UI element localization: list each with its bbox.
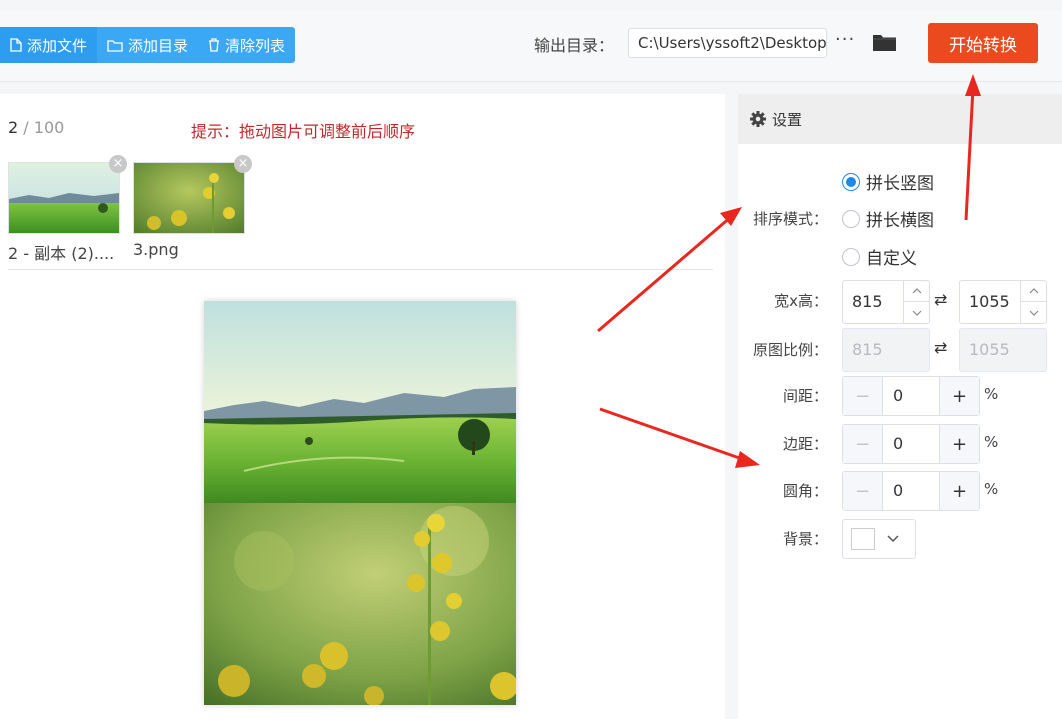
swap-icon[interactable]: ⇄ xyxy=(934,290,947,309)
more-options-button[interactable]: ··· xyxy=(835,29,855,50)
radius-value[interactable]: 0 xyxy=(883,472,939,510)
drag-hint: 提示：拖动图片可调整前后顺序 xyxy=(191,122,416,141)
original-height-value: 1055 xyxy=(969,340,1010,359)
thumbnail-flowers[interactable]: × xyxy=(133,155,252,234)
margin-label: 边距： xyxy=(782,435,828,453)
image-list-panel: 2 / 100 提示：拖动图片可调整前后顺序 × 2 - 副本 (2).... xyxy=(0,94,725,719)
radio-horizontal[interactable]: 拼长横图 xyxy=(842,206,934,231)
original-ratio-label: 原图比例： xyxy=(752,341,828,359)
sort-mode-label: 排序模式： xyxy=(752,210,828,228)
background-color-picker[interactable] xyxy=(842,519,916,559)
original-width-field: 815 xyxy=(842,328,930,372)
clear-list-label: 清除列表 xyxy=(225,36,286,55)
radio-horizontal-label: 拼长横图 xyxy=(866,211,934,231)
radio-selected-icon xyxy=(842,172,860,191)
start-convert-button[interactable]: 开始转换 xyxy=(928,23,1038,63)
gear-icon xyxy=(750,111,766,127)
add-directory-button[interactable]: 添加目录 xyxy=(97,27,198,63)
settings-panel: 设置 排序模式： 拼长竖图 拼长横图 自定义 宽x高： 815 ⇄ 1055 原… xyxy=(738,94,1062,719)
spacing-plus-button[interactable]: + xyxy=(939,377,979,415)
chevron-down-icon[interactable] xyxy=(1021,302,1046,323)
width-spinner xyxy=(903,281,929,323)
file-actions-group: 添加文件 添加目录 清除列表 xyxy=(0,27,296,63)
swap-icon: ⇄ xyxy=(934,338,948,357)
chevron-up-icon[interactable] xyxy=(1021,281,1046,302)
remove-thumbnail-icon[interactable]: × xyxy=(234,155,252,173)
open-folder-icon[interactable] xyxy=(872,32,897,56)
radio-unselected-icon xyxy=(842,209,860,228)
chevron-down-icon xyxy=(887,535,899,543)
image-count-current: 2 xyxy=(8,118,19,137)
spacing-label: 间距： xyxy=(782,387,828,405)
radius-plus-button[interactable]: + xyxy=(939,472,979,510)
corner-radius-label: 圆角： xyxy=(782,482,828,500)
thumbnail-name: 2 - 副本 (2).... xyxy=(8,244,115,263)
radio-unselected-icon xyxy=(842,247,860,266)
radius-unit: % xyxy=(984,480,999,498)
spacing-value[interactable]: 0 xyxy=(883,377,939,415)
size-label: 宽x高： xyxy=(774,292,828,310)
radio-custom-label: 自定义 xyxy=(866,249,917,269)
thumbnail-landscape[interactable]: × xyxy=(8,155,127,234)
landscape-thumbnail-image xyxy=(9,163,119,233)
margin-stepper: − 0 + xyxy=(842,424,980,464)
height-input[interactable]: 1055 xyxy=(959,280,1047,324)
spacing-minus-button[interactable]: − xyxy=(843,377,883,415)
spacing-stepper: − 0 + xyxy=(842,376,980,416)
background-label: 背景： xyxy=(782,530,828,548)
add-file-button[interactable]: 添加文件 xyxy=(0,27,98,63)
corner-radius-stepper: − 0 + xyxy=(842,471,980,511)
top-toolbar: 添加文件 添加目录 清除列表 输出目录： C:\Users\yssoft2\De… xyxy=(0,10,1062,82)
list-divider xyxy=(8,269,713,270)
remove-thumbnail-icon[interactable]: × xyxy=(109,155,127,173)
radio-vertical-label: 拼长竖图 xyxy=(866,174,934,194)
width-value: 815 xyxy=(852,292,883,311)
chevron-down-icon[interactable] xyxy=(904,302,929,323)
height-value: 1055 xyxy=(969,292,1010,311)
output-dir-input[interactable]: C:\Users\yssoft2\Desktop xyxy=(628,28,827,58)
width-input[interactable]: 815 xyxy=(842,280,930,324)
folder-outline-icon xyxy=(107,39,123,52)
flowers-thumbnail-image xyxy=(134,163,244,233)
settings-header: 设置 xyxy=(738,94,1062,144)
original-height-field: 1055 xyxy=(959,328,1047,372)
trash-icon xyxy=(209,38,220,52)
height-spinner xyxy=(1020,281,1046,323)
chevron-up-icon[interactable] xyxy=(904,281,929,302)
settings-title: 设置 xyxy=(772,110,803,129)
spacing-unit: % xyxy=(984,385,999,403)
margin-plus-button[interactable]: + xyxy=(939,425,979,463)
image-count: 2 / 100 xyxy=(8,118,64,137)
radio-custom[interactable]: 自定义 xyxy=(842,244,917,269)
add-file-label: 添加文件 xyxy=(27,36,88,55)
stitched-preview-image xyxy=(204,301,518,706)
radio-vertical[interactable]: 拼长竖图 xyxy=(842,169,934,194)
thumbnail-name: 3.png xyxy=(133,240,179,259)
margin-unit: % xyxy=(984,433,999,451)
radius-minus-button[interactable]: − xyxy=(843,472,883,510)
add-directory-label: 添加目录 xyxy=(128,36,189,55)
margin-value[interactable]: 0 xyxy=(883,425,939,463)
background-color-swatch xyxy=(851,528,875,550)
image-count-total: / 100 xyxy=(23,118,65,137)
original-width-value: 815 xyxy=(852,340,883,359)
output-dir-label: 输出目录： xyxy=(534,36,615,55)
clear-list-button[interactable]: 清除列表 xyxy=(198,27,295,63)
margin-minus-button[interactable]: − xyxy=(843,425,883,463)
file-icon xyxy=(10,38,22,52)
